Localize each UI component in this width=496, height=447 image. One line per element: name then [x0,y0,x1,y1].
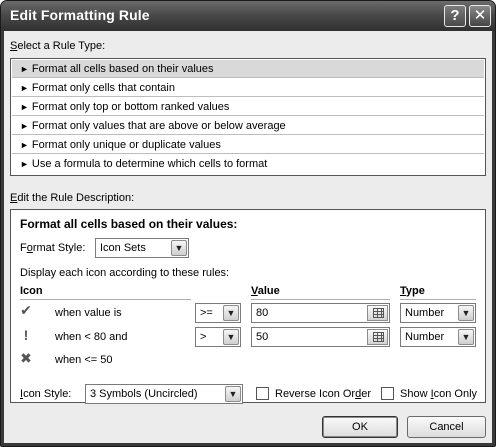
range-selector-button[interactable] [367,305,388,321]
operator-select[interactable]: >= ▼ [195,303,241,323]
rule-description-panel: Format all cells based on their values: … [10,209,486,404]
description-heading: Format all cells based on their values: [20,217,238,231]
value-column-header: Value [251,285,280,297]
arrow-icon: ► [20,121,29,131]
reverse-icon-order-checkbox[interactable] [256,387,269,400]
cell-range-icon [373,332,384,342]
format-style-label: Format Style: [20,242,86,254]
arrow-icon: ► [20,64,29,74]
rule-type-list[interactable]: ► Format all cells based on their values … [10,58,486,176]
edit-formatting-rule-dialog: Edit Formatting Rule ? ✕ Select a Rule T… [0,0,496,447]
rule-type-item[interactable]: ► Format only top or bottom ranked values [12,98,484,116]
value-header-line [251,299,390,300]
rule-type-label: Select a Rule Type: [10,40,106,52]
rule-condition-text: when value is [55,307,122,319]
type-select[interactable]: Number ▼ [400,303,476,323]
close-button[interactable]: ✕ [469,5,491,27]
icon-style-select[interactable]: 3 Symbols (Uncircled) ▼ [85,384,243,404]
rule-description-label: Edit the Rule Description: [10,192,135,204]
help-button[interactable]: ? [444,5,466,27]
type-header-line [400,299,476,300]
value-input[interactable]: 80 [251,303,390,323]
format-style-select[interactable]: Icon Sets ▼ [95,238,189,258]
title-bar[interactable]: Edit Formatting Rule ? ✕ [1,1,495,31]
rule-condition-text: when <= 50 [55,354,113,366]
type-column-header: Type [400,285,425,297]
show-icon-only-checkbox[interactable] [381,387,394,400]
icon-header-line [20,299,191,300]
chevron-down-icon[interactable]: ▼ [223,329,239,345]
type-select[interactable]: Number ▼ [400,327,476,347]
chevron-down-icon[interactable]: ▼ [458,305,474,321]
icon-column-header: Icon [20,285,43,297]
cross-icon: ✖ [20,350,32,366]
rule-type-item[interactable]: ► Use a formula to determine which cells … [12,155,484,173]
dialog-title: Edit Formatting Rule [10,7,150,23]
icon-style-label: Icon Style: [20,388,72,400]
rule-type-item[interactable]: ► Format all cells based on their values [12,60,484,78]
chevron-down-icon[interactable]: ▼ [171,240,187,256]
rule-type-item[interactable]: ► Format only unique or duplicate values [12,136,484,154]
arrow-icon: ► [20,159,29,169]
arrow-icon: ► [20,102,29,112]
value-input[interactable]: 50 [251,327,390,347]
reverse-icon-order-label[interactable]: Reverse Icon Order [275,388,371,400]
rule-type-item[interactable]: ► Format only cells that contain [12,79,484,97]
arrow-icon: ► [20,83,29,93]
show-icon-only-label[interactable]: Show Icon Only [400,388,477,400]
dialog-body: Select a Rule Type: ► Format all cells ba… [4,31,492,443]
ok-button[interactable]: OK [322,416,398,438]
cancel-button[interactable]: Cancel [407,416,486,438]
range-selector-button[interactable] [367,329,388,345]
arrow-icon: ► [20,140,29,150]
display-rules-text: Display each icon according to these rul… [20,267,230,279]
rule-condition-text: when < 80 and [55,331,128,343]
checkmark-icon: ✔ [20,302,32,318]
chevron-down-icon[interactable]: ▼ [225,386,241,402]
operator-select[interactable]: > ▼ [195,327,241,347]
cell-range-icon [373,308,384,318]
exclamation-icon: ! [23,327,29,343]
rule-type-item[interactable]: ► Format only values that are above or be… [12,117,484,135]
chevron-down-icon[interactable]: ▼ [223,305,239,321]
chevron-down-icon[interactable]: ▼ [458,329,474,345]
